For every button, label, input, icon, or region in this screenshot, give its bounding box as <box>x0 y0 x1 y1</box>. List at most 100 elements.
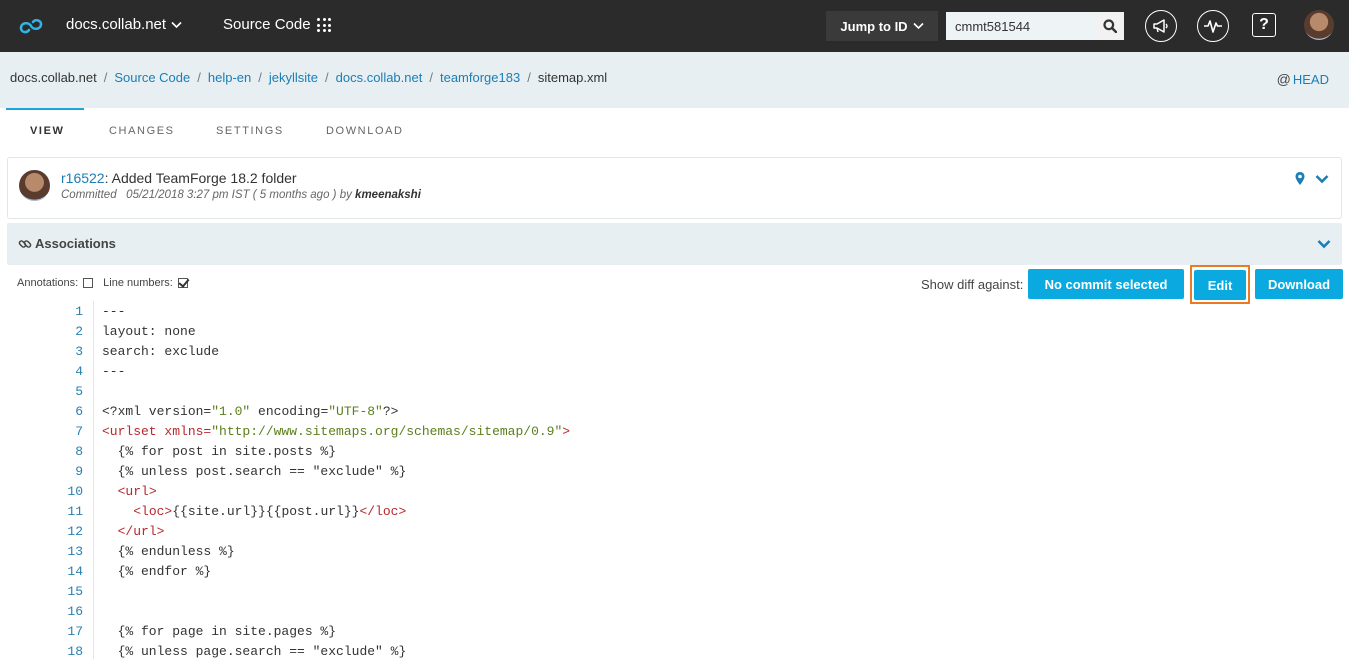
head-ref-link[interactable]: @ HEAD <box>1277 71 1329 87</box>
breadcrumb-link[interactable]: help-en <box>208 70 251 85</box>
help-icon[interactable]: ? <box>1252 13 1276 37</box>
code-viewer[interactable]: 1 --- 2 layout: none 3 search: exclude 4 --- 5 6 <… <box>0 301 1349 659</box>
xml-tag-token: <urlset xmlns= <box>102 423 212 439</box>
code-token: {% endunless %} <box>102 543 235 559</box>
code-line: 12 </url> <box>0 521 1349 541</box>
line-number[interactable]: 12 <box>0 524 83 539</box>
tab-settings[interactable]: SETTINGS <box>216 125 284 137</box>
code-token: layout: none <box>102 323 196 339</box>
code-token: {% for post in site.posts %} <box>102 443 337 459</box>
commit-summary: r16522: Added TeamForge 18.2 folder <box>61 170 297 186</box>
annotations-checkbox[interactable] <box>83 278 94 288</box>
code-line: 18 {% unless page.search == "exclude" %} <box>0 641 1349 661</box>
show-diff-label: Show diff against: <box>921 277 1024 292</box>
breadcrumb-link[interactable]: Source Code <box>114 70 190 85</box>
code-line: 6 <?xml version="1.0" encoding="UTF-8"?> <box>0 401 1349 421</box>
line-number[interactable]: 3 <box>0 344 83 359</box>
project-switcher[interactable]: docs.collab.net <box>66 16 182 33</box>
line-number[interactable]: 15 <box>0 584 83 599</box>
breadcrumb: docs.collab.net / Source Code / help-en … <box>10 70 607 85</box>
file-tabs: VIEW CHANGES SETTINGS DOWNLOAD <box>0 108 1349 154</box>
code-line: 14 {% endfor %} <box>0 561 1349 581</box>
code-token: <?xml version= <box>102 403 212 419</box>
breadcrumb-link[interactable]: jekyllsite <box>269 70 318 85</box>
project-name: docs.collab.net <box>66 16 167 33</box>
code-text: <url> <box>102 484 157 499</box>
breadcrumb-current-file: sitemap.xml <box>537 70 608 85</box>
line-number[interactable]: 8 <box>0 444 83 459</box>
jump-to-id-button[interactable]: Jump to ID <box>826 11 938 41</box>
collabnet-logo-icon[interactable] <box>16 13 46 39</box>
line-number[interactable]: 14 <box>0 564 83 579</box>
link-chain-icon <box>18 239 32 248</box>
chevron-down-icon[interactable] <box>1317 239 1331 249</box>
associations-label: Associations <box>35 236 116 251</box>
location-pin-icon[interactable] <box>1294 171 1306 186</box>
download-button[interactable]: Download <box>1255 269 1343 299</box>
line-number[interactable]: 4 <box>0 364 83 379</box>
commit-revision-link[interactable]: r16522 <box>61 170 105 186</box>
xml-tag-token: > <box>562 423 571 439</box>
breadcrumb-separator: / <box>429 70 433 85</box>
code-line: 17 {% for page in site.pages %} <box>0 621 1349 641</box>
code-token: ?> <box>382 403 399 419</box>
breadcrumb-separator: / <box>258 70 262 85</box>
line-number[interactable]: 6 <box>0 404 83 419</box>
line-number[interactable]: 7 <box>0 424 83 439</box>
search-button[interactable] <box>1096 12 1124 40</box>
commit-meta: Committed 05/21/2018 3:27 pm IST ( 5 mon… <box>61 189 421 201</box>
tab-changes[interactable]: CHANGES <box>109 125 175 137</box>
line-number[interactable]: 16 <box>0 604 83 619</box>
code-line: 13 {% endunless %} <box>0 541 1349 561</box>
associations-panel[interactable]: Associations <box>7 223 1342 265</box>
breadcrumb-item: docs.collab.net <box>10 70 97 85</box>
source-code-menu[interactable]: Source Code <box>223 16 311 33</box>
tab-download[interactable]: DOWNLOAD <box>326 125 404 137</box>
line-number[interactable]: 1 <box>0 304 83 319</box>
edit-button[interactable]: Edit <box>1194 270 1246 300</box>
line-number[interactable]: 10 <box>0 484 83 499</box>
line-numbers-checkbox[interactable] <box>177 278 188 288</box>
breadcrumb-link[interactable]: teamforge183 <box>440 70 520 85</box>
xml-tag-token: <url> <box>117 483 157 499</box>
code-token: --- <box>102 363 126 379</box>
code-text: layout: none <box>102 324 196 339</box>
no-commit-selected-button[interactable]: No commit selected <box>1028 269 1184 299</box>
activity-button[interactable] <box>1197 10 1229 42</box>
announcements-button[interactable] <box>1145 10 1177 42</box>
chevron-down-icon[interactable] <box>1315 174 1329 184</box>
xml-tag-token: </url> <box>117 523 165 539</box>
code-line: 1 --- <box>0 301 1349 321</box>
code-token: {% unless post.search == "exclude" %} <box>102 463 407 479</box>
string-token: "UTF-8" <box>328 403 383 419</box>
at-icon: @ <box>1276 71 1291 87</box>
user-avatar[interactable] <box>1304 10 1334 40</box>
breadcrumb-bar: docs.collab.net / Source Code / help-en … <box>0 52 1349 108</box>
commit-message: : Added TeamForge 18.2 folder <box>104 170 297 186</box>
line-number[interactable]: 2 <box>0 324 83 339</box>
line-number[interactable]: 11 <box>0 504 83 519</box>
committer-avatar <box>19 170 50 201</box>
line-number[interactable]: 17 <box>0 624 83 639</box>
xml-tag-token: </loc> <box>359 503 407 519</box>
breadcrumb-link[interactable]: docs.collab.net <box>336 70 423 85</box>
associations-toggle[interactable]: Associations <box>18 236 116 251</box>
jump-id-input[interactable] <box>946 12 1096 40</box>
code-text: --- <box>102 304 125 319</box>
code-token: --- <box>102 303 126 319</box>
line-number[interactable]: 13 <box>0 544 83 559</box>
line-numbers-label: Line numbers: <box>103 277 173 289</box>
code-text: </url> <box>102 523 165 539</box>
code-token: {% endfor %} <box>102 563 212 579</box>
breadcrumb-separator: / <box>527 70 531 85</box>
code-line: 5 <box>0 381 1349 401</box>
code-text: {% endfor %} <box>102 563 212 579</box>
annotations-label: Annotations: <box>17 277 79 289</box>
tab-view[interactable]: VIEW <box>30 125 65 137</box>
line-number[interactable]: 5 <box>0 384 83 399</box>
line-number[interactable]: 18 <box>0 644 83 659</box>
commit-author: kmeenakshi <box>355 189 421 201</box>
line-number[interactable]: 9 <box>0 464 83 479</box>
apps-grid-icon[interactable] <box>317 18 331 32</box>
